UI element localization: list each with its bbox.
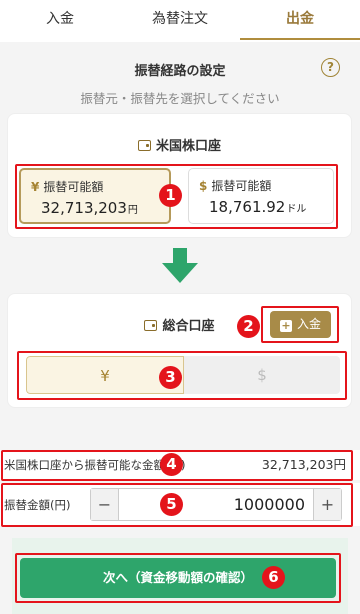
annotation-box-2 (261, 306, 339, 343)
annotation-badge-5: 5 (160, 493, 183, 516)
destination-account-card: 総合口座 + 入金 2 ¥ $ 3 (7, 293, 352, 408)
annotation-badge-6: 6 (262, 566, 285, 589)
help-icon[interactable]: ? (321, 58, 340, 77)
page-subtitle: 振替元・振替先を選択してください (80, 91, 280, 106)
source-account-header: 米国株口座 (8, 135, 351, 154)
annotation-badge-2: 2 (237, 315, 260, 338)
page-title: 振替経路の設定 (134, 64, 226, 79)
source-account-name: 米国株口座 (155, 139, 221, 154)
annotation-badge-4: 4 (160, 453, 183, 476)
annotation-box-6 (15, 553, 341, 603)
tab-bar: 入金 為替注文 出金 (0, 0, 360, 42)
wallet-icon (144, 320, 158, 331)
annotation-badge-3: 3 (159, 366, 182, 389)
tab-deposit[interactable]: 入金 (0, 0, 120, 42)
wallet-icon (137, 140, 151, 151)
tab-fx-order[interactable]: 為替注文 (120, 0, 240, 42)
tab-withdraw[interactable]: 出金 (240, 0, 360, 42)
destination-account-name: 総合口座 (162, 319, 215, 334)
arrow-down-icon (162, 248, 198, 283)
annotation-box-3 (17, 351, 347, 400)
source-account-card: 米国株口座 ¥ 振替可能額 32,713,203円 $ 振替可能額 18,761.9… (7, 113, 352, 238)
annotation-badge-1: 1 (159, 184, 182, 207)
